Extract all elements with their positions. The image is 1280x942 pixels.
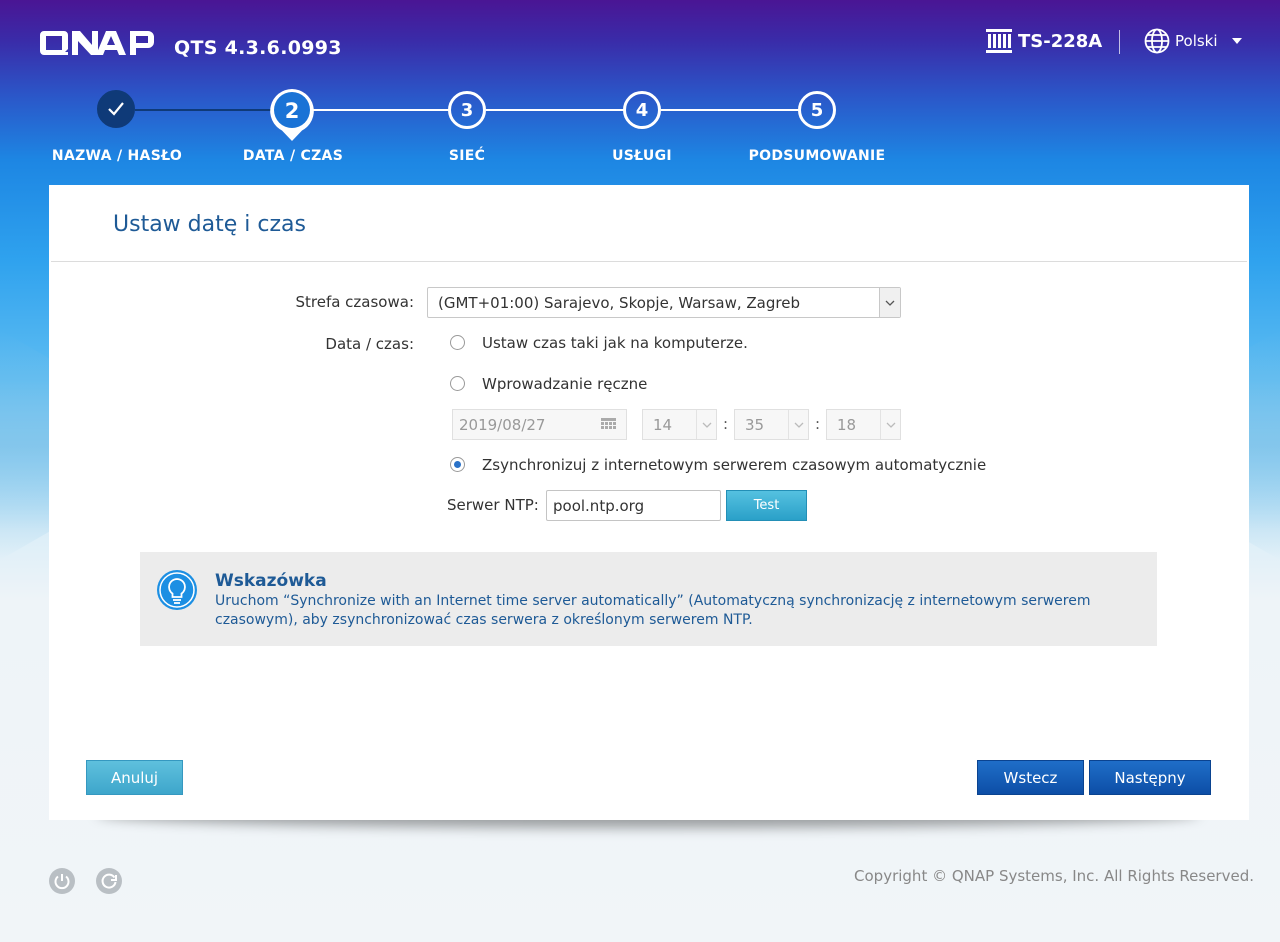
tip-box: Wskazówka Uruchom “Synchronize with an I…	[140, 552, 1157, 646]
tip-title: Wskazówka	[215, 571, 327, 591]
step-connector-3	[486, 109, 624, 111]
time-separator: :	[723, 415, 729, 433]
radio-manual-label[interactable]: Wprowadzanie ręczne	[482, 375, 647, 393]
step-4-label: USŁUGI	[612, 148, 672, 164]
datetime-label: Data / czas:	[325, 335, 414, 353]
second-select[interactable]: 18	[826, 409, 901, 440]
step-2-number: 2	[285, 99, 300, 123]
radio-computer-time[interactable]	[450, 335, 465, 350]
os-version: QTS 4.3.6.0993	[174, 37, 342, 59]
step-5-label: PODSUMOWANIE	[748, 148, 886, 164]
ntp-server-label: Serwer NTP:	[447, 496, 539, 514]
header-divider	[1119, 30, 1120, 54]
step-connector-4	[661, 109, 799, 111]
back-button[interactable]: Wstecz	[977, 760, 1084, 795]
ntp-server-input[interactable]: pool.ntp.org	[546, 490, 721, 521]
step-1-label: NAZWA / HASŁO	[51, 148, 183, 164]
minute-value: 35	[745, 416, 765, 434]
calendar-icon	[601, 418, 616, 429]
step-5-circle: 5	[798, 91, 836, 129]
language-selector[interactable]: Polski	[1144, 28, 1242, 54]
globe-icon	[1144, 28, 1170, 54]
timezone-select[interactable]: (GMT+01:00) Sarajevo, Skopje, Warsaw, Za…	[427, 287, 901, 318]
radio-ntp-sync[interactable]	[450, 457, 465, 472]
restart-icon[interactable]	[96, 868, 122, 894]
device-model: TS-228A	[986, 29, 1102, 53]
step-connector-2	[312, 109, 450, 111]
next-button[interactable]: Następny	[1089, 760, 1211, 795]
radio-ntp-sync-label[interactable]: Zsynchronizuj z internetowym serwerem cz…	[482, 456, 986, 474]
hour-select[interactable]: 14	[642, 409, 717, 440]
step-2-label: DATA / CZAS	[242, 148, 344, 164]
wizard-panel: Ustaw datę i czas Strefa czasowa: (GMT+0…	[49, 185, 1249, 820]
date-value: 2019/08/27	[459, 416, 546, 434]
step-3-circle: 3	[448, 91, 486, 129]
cancel-button[interactable]: Anuluj	[86, 760, 183, 795]
checkmark-icon	[108, 102, 124, 116]
title-divider	[51, 261, 1247, 262]
timezone-value: (GMT+01:00) Sarajevo, Skopje, Warsaw, Za…	[438, 294, 800, 312]
copyright-text: Copyright © QNAP Systems, Inc. All Right…	[854, 867, 1254, 885]
timezone-label: Strefa czasowa:	[295, 293, 414, 311]
chevron-down-icon	[788, 410, 808, 439]
lightbulb-icon	[157, 570, 197, 610]
nas-device-icon	[986, 29, 1012, 53]
minute-select[interactable]: 35	[734, 409, 809, 440]
hour-value: 14	[653, 416, 673, 434]
chevron-down-icon	[880, 410, 900, 439]
step-2-active-marker: 2	[270, 89, 314, 141]
radio-manual[interactable]	[450, 376, 465, 391]
page-title: Ustaw datę i czas	[113, 212, 306, 237]
step-4-circle: 4	[623, 91, 661, 129]
tip-text: Uruchom “Synchronize with an Internet ti…	[215, 593, 1091, 628]
language-label: Polski	[1175, 32, 1218, 50]
model-name: TS-228A	[1018, 30, 1103, 52]
chevron-down-icon	[696, 410, 716, 439]
power-icon[interactable]	[49, 868, 75, 894]
test-button[interactable]: Test	[726, 490, 807, 521]
qnap-logo	[40, 31, 154, 55]
chevron-down-icon[interactable]	[879, 288, 900, 317]
date-field[interactable]: 2019/08/27	[452, 409, 627, 440]
second-value: 18	[837, 416, 857, 434]
step-1-done	[97, 90, 135, 128]
time-separator: :	[815, 415, 821, 433]
step-connector-1	[135, 109, 275, 111]
step-3-label: SIEĆ	[448, 148, 486, 164]
radio-computer-time-label[interactable]: Ustaw czas taki jak na komputerze.	[482, 334, 748, 352]
chevron-down-icon	[1231, 38, 1242, 44]
